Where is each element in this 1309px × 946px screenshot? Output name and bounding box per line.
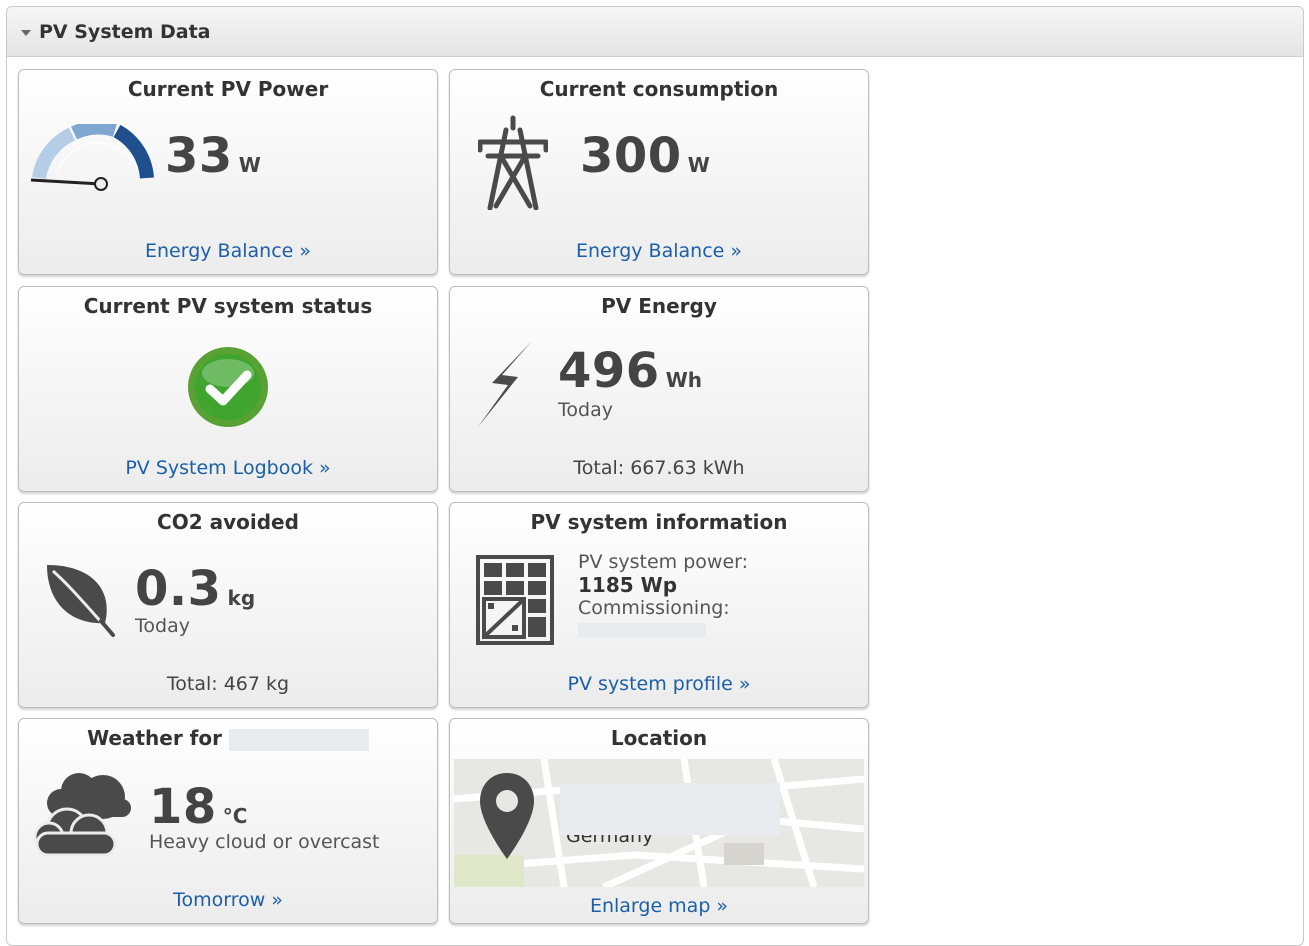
tile-current-pv-power: Current PV Power 33 W Energy Balance » <box>18 69 438 275</box>
tile-pv-system-information: PV system information PV system power: 1… <box>449 502 869 708</box>
tile-location: Location Germany Enlarge map » <box>449 718 869 924</box>
address-redacted <box>560 783 780 835</box>
commissioning-label: Commissioning: <box>578 597 730 619</box>
tile-title: CO2 avoided <box>157 510 299 534</box>
co2-period: Today <box>135 615 190 637</box>
consumption-value: 300 <box>580 128 682 184</box>
pv-system-logbook-link[interactable]: PV System Logbook » <box>19 457 437 479</box>
tile-title: Location <box>610 726 708 750</box>
consumption-unit: W <box>687 153 710 177</box>
co2-total: Total: 467 kg <box>166 673 290 695</box>
co2-value: 0.3 <box>135 561 222 617</box>
panel-header[interactable]: PV System Data <box>7 7 1303 57</box>
checkmark-icon <box>188 347 268 427</box>
pv-power-label: PV system power: <box>578 551 749 573</box>
tile-title: Weather for <box>87 726 222 750</box>
weather-title-wrap: Weather for <box>19 726 437 751</box>
tile-pv-energy: PV Energy 496 Wh Today Total: 667.63 kWh <box>449 286 869 492</box>
tile-current-consumption: Current consumption 300 W Energy Balance … <box>449 69 869 275</box>
pv-power-unit: W <box>238 153 261 177</box>
tile-title: PV Energy <box>601 294 717 318</box>
tile-title: PV system information <box>530 510 788 534</box>
tile-title: Current PV system status <box>83 294 373 318</box>
location-map[interactable]: Germany <box>454 759 864 887</box>
map-pin-icon <box>480 773 534 859</box>
collapse-caret-icon[interactable] <box>21 29 31 36</box>
energy-balance-link[interactable]: Energy Balance » <box>450 240 868 262</box>
tile-co2-avoided: CO2 avoided 0.3 kg Today Total: 467 kg <box>18 502 438 708</box>
speedometer-icon <box>30 124 154 191</box>
pv-energy-total: Total: 667.63 kWh <box>573 457 745 479</box>
pv-energy-unit: Wh <box>665 368 703 392</box>
pv-energy-value: 496 <box>558 343 660 399</box>
temperature-unit: °C <box>222 804 248 828</box>
panel-title: PV System Data <box>39 20 211 43</box>
tile-weather: Weather for 18 °C Heavy cloud or overcast… <box>18 718 438 924</box>
leaf-icon <box>47 565 115 637</box>
cloud-icon <box>33 773 131 857</box>
tomorrow-link[interactable]: Tomorrow » <box>19 889 437 911</box>
pv-system-profile-link[interactable]: PV system profile » <box>450 673 868 695</box>
pv-energy-period: Today <box>558 399 613 421</box>
tile-title: Current consumption <box>539 77 779 101</box>
commissioning-date-redacted <box>578 623 706 637</box>
power-tower-icon <box>478 115 548 210</box>
energy-balance-link[interactable]: Energy Balance » <box>19 240 437 262</box>
enlarge-map-link[interactable]: Enlarge map » <box>450 895 868 917</box>
tile-pv-system-status: Current PV system status PV System Logbo… <box>18 286 438 492</box>
weather-location-redacted <box>228 728 369 751</box>
co2-unit: kg <box>227 586 256 610</box>
pv-system-power-value: 1185 Wp <box>578 573 678 597</box>
lightning-icon <box>478 341 532 427</box>
weather-condition: Heavy cloud or overcast <box>149 831 380 853</box>
pv-power-value: 33 <box>165 128 233 184</box>
tile-title: Current PV Power <box>127 77 329 101</box>
temperature-value: 18 <box>149 779 217 835</box>
solar-panel-icon <box>476 555 554 645</box>
